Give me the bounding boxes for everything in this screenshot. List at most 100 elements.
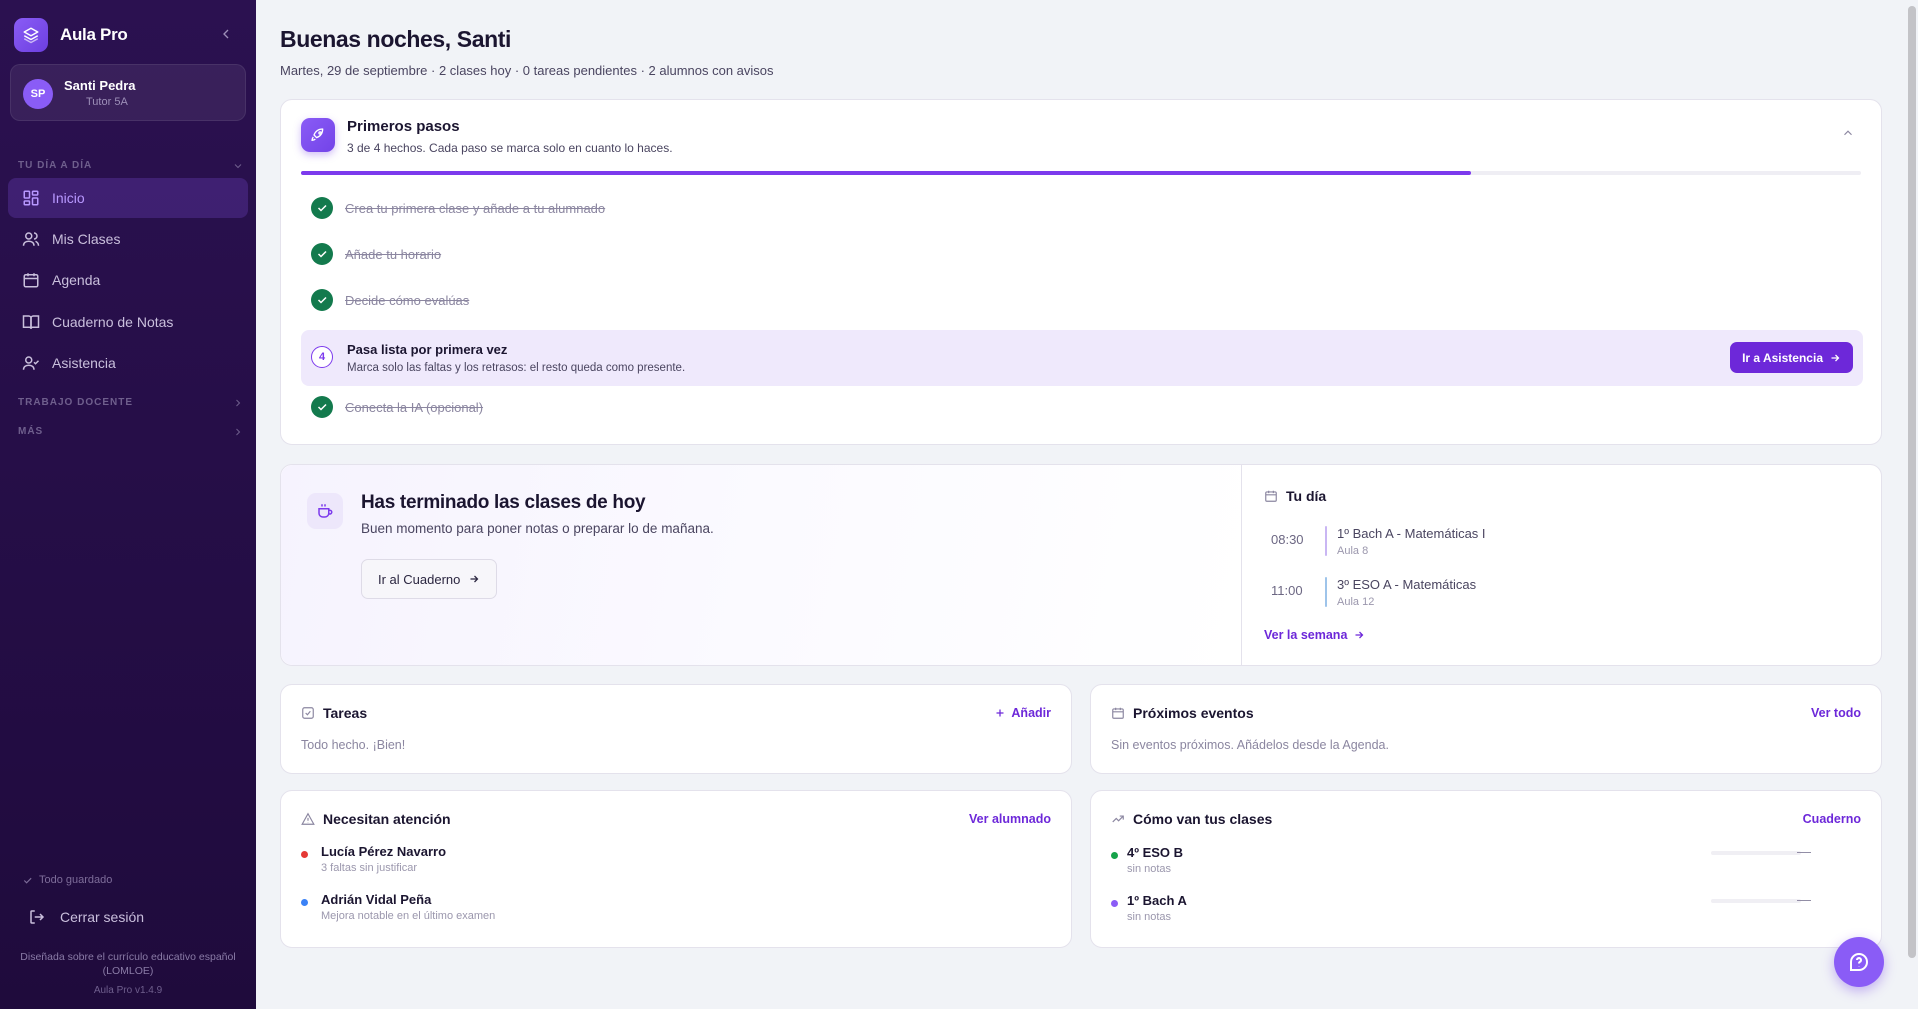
day-heading: Tu día: [1264, 488, 1326, 504]
class-progress-bar: [1711, 899, 1801, 903]
arrow-right-icon: [1353, 629, 1365, 641]
help-button[interactable]: [1834, 937, 1884, 987]
onboarding-step-active[interactable]: 4 Pasa lista por primera vez Marca solo …: [301, 330, 1863, 386]
onboarding-step[interactable]: Crea tu primera clase y añade a tu alumn…: [311, 197, 605, 219]
plus-icon: [994, 707, 1006, 719]
calendar-icon: [22, 271, 40, 289]
add-task-button[interactable]: Añadir: [994, 706, 1051, 720]
divider: [1241, 465, 1242, 665]
app-version: Aula Pro v1.4.9: [93, 985, 163, 996]
section-label-daily[interactable]: TU DÍA A DÍA: [18, 160, 92, 171]
sidebar-item-label: Mis Clases: [52, 231, 121, 247]
schedule-room: Aula 12: [1337, 596, 1375, 608]
calendar-icon: [1111, 706, 1125, 720]
sidebar-item-label: Inicio: [52, 190, 85, 206]
schedule-subject: 1º Bach A - Matemáticas I: [1337, 526, 1486, 541]
schedule-item[interactable]: 08:30 1º Bach A - Matemáticas I Aula 8: [1271, 526, 1486, 557]
today-summary: Has terminado las clases de hoy Buen mom…: [281, 465, 1241, 665]
go-notebook-button[interactable]: Ir al Cuaderno: [361, 559, 498, 599]
view-all-events-link[interactable]: Ver todo: [1811, 706, 1861, 720]
dashboard-icon: [22, 189, 40, 207]
link-label: Ver la semana: [1264, 628, 1348, 642]
app-name: Aula Pro: [60, 25, 128, 44]
student-name: Lucía Pérez Navarro: [321, 844, 447, 859]
brand[interactable]: Aula Pro: [14, 18, 128, 52]
tasks-empty: Todo hecho. ¡Bien!: [301, 738, 406, 752]
onboarding-card: Primeros pasos 3 de 4 hechos. Cada paso …: [280, 99, 1882, 445]
arrow-right-icon: [468, 573, 480, 585]
status-dot: [301, 899, 308, 906]
view-students-link[interactable]: Ver alumnado: [969, 812, 1051, 826]
schedule-item[interactable]: 11:00 3º ESO A - Matemáticas Aula 12: [1271, 577, 1476, 608]
sidebar-item-asistencia[interactable]: Asistencia: [8, 343, 248, 383]
avatar: SP: [23, 79, 53, 109]
save-status: Todo guardado: [22, 874, 112, 886]
tasks-heading: Tareas: [301, 705, 367, 721]
collapse-sidebar-icon[interactable]: [218, 26, 234, 42]
day-title: Tu día: [1286, 488, 1327, 504]
go-attendance-button[interactable]: Ir a Asistencia: [1730, 342, 1853, 373]
classes-title: Cómo van tus clases: [1133, 811, 1273, 827]
class-item[interactable]: 4º ESO B sin notas —: [1111, 843, 1811, 875]
sidebar-item-mis-clases[interactable]: Mis Clases: [8, 219, 248, 259]
chevron-right-icon[interactable]: [232, 396, 244, 408]
status-dot: [301, 851, 308, 858]
check-circle-icon: [311, 396, 333, 418]
attention-title: Necesitan atención: [323, 811, 451, 827]
page-title: Buenas noches, Santi: [280, 26, 512, 52]
class-color-dot: [1111, 852, 1118, 859]
events-card: Próximos eventos Ver todo Sin eventos pr…: [1090, 684, 1882, 774]
notebook-link[interactable]: Cuaderno: [1803, 812, 1861, 826]
logout-icon: [28, 908, 46, 926]
student-alert[interactable]: Adrián Vidal Peña Mejora notable en el ú…: [301, 892, 495, 922]
student-name: Adrián Vidal Peña: [321, 892, 432, 907]
schedule-color-bar: [1325, 577, 1327, 607]
logout-label: Cerrar sesión: [60, 909, 145, 925]
chevron-up-icon[interactable]: [1841, 126, 1855, 140]
step-label: Pasa lista por primera vez: [347, 342, 508, 357]
scrollbar-thumb[interactable]: [1908, 6, 1916, 958]
calendar-icon: [1264, 489, 1278, 503]
coffee-icon: [307, 493, 343, 529]
schedule-color-bar: [1325, 526, 1327, 556]
scrollbar[interactable]: [1906, 0, 1918, 1009]
class-item[interactable]: 1º Bach A sin notas —: [1111, 891, 1811, 923]
classes-heading: Cómo van tus clases: [1111, 811, 1272, 827]
day-summary: Martes, 29 de septiembre · 2 clases hoy …: [280, 63, 774, 78]
onboarding-step[interactable]: Añade tu horario: [311, 243, 441, 265]
button-label: Ir a Asistencia: [1742, 350, 1823, 365]
view-week-link[interactable]: Ver la semana: [1264, 628, 1365, 642]
users-icon: [22, 230, 40, 248]
schedule-details: 1º Bach A - Matemáticas I Aula 8: [1337, 526, 1486, 557]
class-note: sin notas: [1127, 863, 1172, 875]
student-note: Mejora notable en el último examen: [321, 910, 496, 922]
chevron-down-icon[interactable]: [232, 159, 244, 171]
events-title: Próximos eventos: [1133, 705, 1254, 721]
student-alert[interactable]: Lucía Pérez Navarro 3 faltas sin justifi…: [301, 844, 446, 874]
sidebar-item-agenda[interactable]: Agenda: [8, 260, 248, 300]
chevron-right-icon[interactable]: [232, 425, 244, 437]
sidebar-item-inicio[interactable]: Inicio: [8, 178, 248, 218]
trending-up-icon: [1111, 812, 1125, 826]
section-label-work[interactable]: TRABAJO DOCENTE: [18, 397, 133, 408]
onboarding-step[interactable]: Decide cómo evalúas: [311, 289, 469, 311]
sidebar-item-label: Cuaderno de Notas: [52, 314, 174, 330]
onboarding-step[interactable]: Conecta la IA (opcional): [311, 396, 483, 418]
step-label: Añade tu horario: [345, 246, 442, 262]
footer-note: Diseñada sobre el currículo educativo es…: [20, 951, 236, 977]
section-label-more[interactable]: MÁS: [18, 426, 43, 437]
user-check-icon: [22, 354, 40, 372]
schedule-details: 3º ESO A - Matemáticas Aula 12: [1337, 577, 1476, 608]
sidebar-item-cuaderno[interactable]: Cuaderno de Notas: [8, 302, 248, 342]
class-color-dot: [1111, 900, 1118, 907]
step-number: 4: [311, 346, 333, 368]
user-card[interactable]: SP Santi Pedra Tutor 5A: [10, 64, 246, 121]
check-circle-icon: [311, 289, 333, 311]
class-name: 1º Bach A: [1127, 893, 1187, 908]
onboarding-subtitle: 3 de 4 hechos. Cada paso se marca solo e…: [347, 141, 673, 155]
logout-button[interactable]: Cerrar sesión: [28, 908, 144, 926]
step-label: Decide cómo evalúas: [345, 292, 470, 308]
check-icon: [22, 875, 33, 886]
schedule-time: 08:30: [1271, 532, 1304, 547]
save-status-label: Todo guardado: [39, 874, 113, 886]
